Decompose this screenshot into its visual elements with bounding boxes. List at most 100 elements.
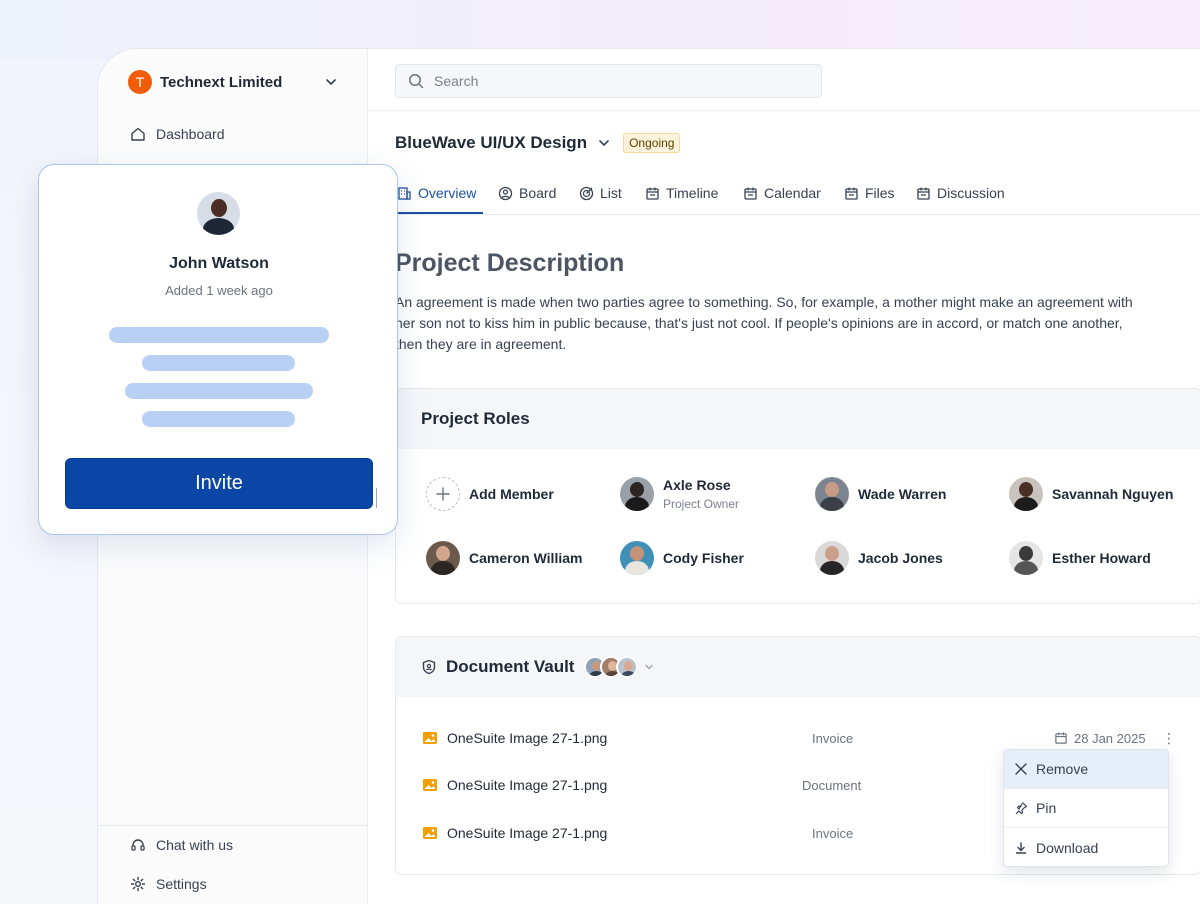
- document-name: OneSuite Image 27-1.png: [447, 730, 608, 746]
- search-input[interactable]: [434, 73, 794, 89]
- menu-item-download[interactable]: Download: [1004, 828, 1168, 866]
- sidebar-item-label: Chat with us: [156, 837, 234, 853]
- headset-icon: [131, 839, 145, 851]
- member-name: Jacob Jones: [858, 550, 943, 566]
- gear-icon: [130, 876, 146, 892]
- search-icon: [409, 74, 424, 89]
- member-name: Esther Howard: [1052, 550, 1151, 566]
- skeleton-line: [125, 383, 313, 399]
- document-vault-header: Document Vault: [396, 637, 1200, 697]
- document-date-text: 28 Jan 2025: [1074, 730, 1146, 746]
- org-name: Technext Limited: [160, 73, 283, 91]
- menu-item-label: Pin: [1036, 800, 1057, 816]
- avatar: [197, 192, 240, 235]
- project-roles-card: Project Roles Add Member Axle Rose Proje…: [395, 388, 1200, 604]
- skeleton-line: [109, 327, 329, 343]
- add-member-button[interactable]: Add Member: [426, 477, 554, 511]
- member-name: Axle Rose: [663, 477, 731, 493]
- building-icon: [398, 186, 411, 200]
- tab-label: Board: [519, 185, 557, 201]
- member-name: Cody Fisher: [663, 550, 744, 566]
- sidebar-item-settings[interactable]: Settings: [130, 876, 207, 892]
- description-text: An agreement is made when two parties ag…: [395, 294, 1133, 352]
- menu-item-remove[interactable]: Remove: [1004, 750, 1168, 789]
- member-esther-howard[interactable]: Esther Howard: [1009, 541, 1151, 575]
- popover-user-name: John Watson: [169, 255, 269, 272]
- calendar-icon: [1055, 732, 1067, 744]
- menu-item-label: Remove: [1036, 761, 1089, 777]
- calendar-icon: [845, 187, 858, 200]
- document-name: OneSuite Image 27-1.png: [447, 825, 608, 841]
- member-savannah-nguyen[interactable]: Savannah Nguyen: [1009, 477, 1173, 511]
- image-file-icon: [423, 827, 437, 839]
- avatar: [1009, 477, 1043, 511]
- tab-label: Calendar: [764, 185, 821, 201]
- sidebar-item-dashboard[interactable]: Dashboard: [130, 126, 225, 142]
- sidebar-item-chat[interactable]: Chat with us: [130, 837, 233, 853]
- active-tab-indicator: [398, 212, 483, 214]
- avatar: [616, 656, 639, 678]
- avatar: [815, 477, 849, 511]
- tab-files[interactable]: Files: [844, 185, 895, 201]
- pin-icon: [1015, 802, 1028, 815]
- roles-grid: Add Member Axle Rose Project Owner Wade …: [396, 449, 1200, 603]
- tab-label: Timeline: [666, 185, 719, 201]
- chevron-down-icon[interactable]: [644, 662, 654, 672]
- chevron-down-icon: [326, 79, 336, 86]
- invite-button[interactable]: Invite: [65, 458, 373, 509]
- tab-discussion[interactable]: Discussion: [916, 185, 1005, 201]
- tab-timeline[interactable]: Timeline: [645, 185, 718, 201]
- document-name: OneSuite Image 27-1.png: [447, 777, 608, 793]
- project-tabs: Overview Board List Timeline Calendar Fi…: [368, 177, 1200, 215]
- menu-item-pin[interactable]: Pin: [1004, 789, 1168, 828]
- tab-label: Discussion: [937, 185, 1005, 201]
- member-name: Savannah Nguyen: [1052, 486, 1174, 502]
- calendar-icon: [917, 187, 930, 200]
- document-type: Document: [802, 777, 862, 793]
- member-cody-fisher[interactable]: Cody Fisher: [620, 541, 744, 575]
- avatar: [426, 541, 460, 575]
- menu-item-label: Download: [1036, 839, 1099, 856]
- project-title: BlueWave UI/UX Design: [395, 133, 588, 152]
- cursor-line: [376, 488, 377, 508]
- document-vault-title: Document Vault: [446, 657, 575, 676]
- member-name: Cameron William: [469, 550, 583, 566]
- tab-calendar[interactable]: Calendar: [743, 185, 821, 201]
- avatar: [1009, 541, 1043, 575]
- tab-board[interactable]: Board: [498, 185, 556, 201]
- member-name: Wade Warren: [858, 486, 947, 502]
- close-icon: [1015, 763, 1027, 775]
- member-jacob-jones[interactable]: Jacob Jones: [815, 541, 943, 575]
- member-wade-warren[interactable]: Wade Warren: [815, 477, 946, 511]
- tab-label: List: [600, 185, 622, 201]
- tab-overview[interactable]: Overview: [397, 185, 476, 201]
- calendar-icon: [646, 187, 659, 200]
- add-member-label: Add Member: [469, 486, 554, 502]
- member-role: Project Owner: [663, 497, 740, 511]
- tab-label: Files: [865, 185, 895, 201]
- avatar: [620, 477, 654, 511]
- description-title: Project Description: [395, 249, 625, 277]
- plus-icon: [426, 477, 460, 511]
- org-switcher[interactable]: T Technext Limited: [128, 69, 338, 95]
- member-axle-rose[interactable]: Axle Rose Project Owner: [620, 477, 739, 511]
- tab-label: Overview: [418, 185, 477, 201]
- tab-list[interactable]: List: [579, 185, 622, 201]
- calendar-icon: [744, 187, 757, 200]
- document-type: Invoice: [812, 825, 854, 841]
- org-logo: T: [128, 70, 152, 94]
- image-file-icon: [423, 779, 437, 791]
- home-icon: [131, 127, 145, 141]
- user-circle-icon: [498, 186, 513, 200]
- chevron-down-icon[interactable]: [597, 136, 611, 150]
- more-options-icon[interactable]: ⋮: [1162, 730, 1176, 747]
- image-file-icon: [423, 732, 437, 744]
- search-box[interactable]: [395, 64, 822, 98]
- invite-popover: John Watson Added 1 week ago Invite: [38, 164, 398, 535]
- sidebar-divider: [98, 825, 368, 826]
- status-badge: Ongoing: [623, 133, 681, 153]
- project-roles-title: Project Roles: [396, 389, 1200, 449]
- avatar-stack[interactable]: [584, 656, 639, 678]
- member-cameron-william[interactable]: Cameron William: [426, 541, 582, 575]
- target-icon: [579, 186, 594, 200]
